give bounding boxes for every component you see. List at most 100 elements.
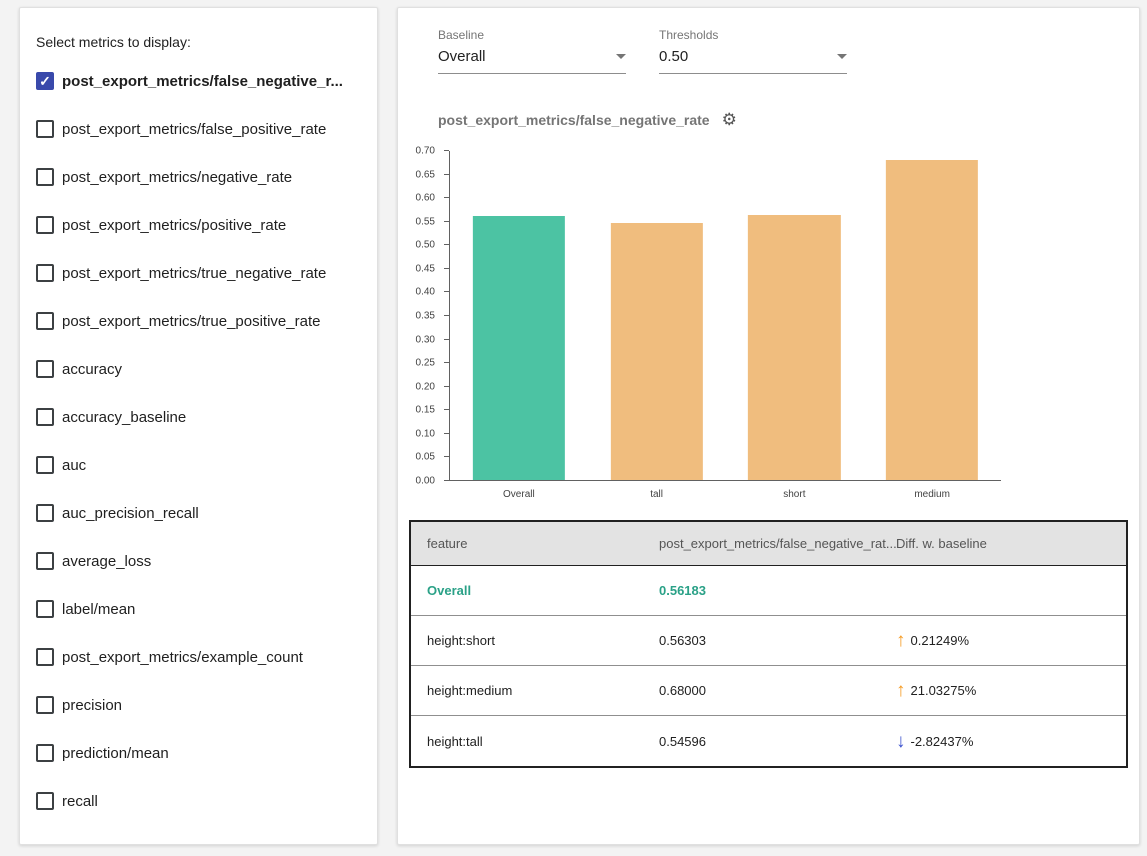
thresholds-select-group: Thresholds 0.50 [659, 28, 847, 74]
baseline-select[interactable]: Overall [438, 48, 626, 74]
up-arrow-icon: ↑ [896, 631, 906, 650]
metric-label: accuracy [62, 361, 122, 378]
metric-checkbox[interactable] [36, 168, 54, 186]
cell-value: 0.56183 [659, 583, 896, 598]
metric-list-item[interactable]: label/mean [20, 585, 377, 633]
bar-slot: Overall [450, 151, 588, 480]
metric-checkbox[interactable] [36, 744, 54, 762]
metric-label: precision [62, 697, 122, 714]
y-tick-label: 0.65 [416, 169, 435, 180]
gear-icon[interactable]: ⚙ [722, 111, 737, 128]
cell-diff: ↑ 21.03275% [896, 681, 1126, 700]
cell-feature: height:tall [411, 734, 659, 749]
metric-list-item[interactable]: accuracy [20, 345, 377, 393]
metric-checkbox[interactable] [36, 360, 54, 378]
metric-list-item[interactable]: auc [20, 441, 377, 489]
metric-label: post_export_metrics/true_positive_rate [62, 313, 320, 330]
table-header-row: feature post_export_metrics/false_negati… [411, 522, 1126, 566]
cell-diff: ↑ 0.21249% [896, 631, 1126, 650]
table-header-diff: Diff. w. baseline [896, 536, 1126, 551]
metric-label: prediction/mean [62, 745, 169, 762]
x-tick-label: tall [588, 489, 726, 500]
bar-slot: medium [863, 151, 1001, 480]
bar-slot: tall [588, 151, 726, 480]
metric-checkbox[interactable] [36, 216, 54, 234]
metric-list-item[interactable]: accuracy_baseline [20, 393, 377, 441]
cell-value: 0.54596 [659, 734, 896, 749]
metric-checkbox-checked[interactable]: ✓ [36, 72, 54, 90]
metric-list-item[interactable]: prediction/mean [20, 729, 377, 777]
metric-list-item[interactable]: post_export_metrics/example_count [20, 633, 377, 681]
bar-Overall[interactable] [473, 216, 565, 480]
y-tick-label: 0.30 [416, 334, 435, 345]
metric-checkbox[interactable] [36, 264, 54, 282]
y-tick-label: 0.00 [416, 476, 435, 487]
table-header-feature: feature [411, 536, 659, 551]
metric-checkbox[interactable] [36, 456, 54, 474]
metric-label: auc_precision_recall [62, 505, 199, 522]
chart-title-row: post_export_metrics/false_negative_rate … [438, 111, 737, 128]
cell-feature: height:medium [411, 683, 659, 698]
thresholds-label: Thresholds [659, 28, 847, 42]
metric-label: accuracy_baseline [62, 409, 186, 426]
y-tick-label: 0.70 [416, 146, 435, 157]
controls-row: Baseline Overall Thresholds 0.50 [438, 28, 847, 74]
y-tick-label: 0.50 [416, 240, 435, 251]
bar-short[interactable] [748, 215, 840, 480]
table-row: height:tall 0.54596 ↓-2.82437% [411, 716, 1126, 766]
metric-list-item[interactable]: post_export_metrics/true_negative_rate [20, 249, 377, 297]
metric-checkbox[interactable] [36, 312, 54, 330]
metric-list-item[interactable]: ✓ post_export_metrics/false_negative_r..… [20, 57, 377, 105]
up-arrow-icon: ↑ [896, 681, 906, 700]
diff-value: 0.21249% [911, 633, 970, 648]
metric-list-item[interactable]: post_export_metrics/negative_rate [20, 153, 377, 201]
table-row: height:short 0.56303 ↑0.21249% [411, 616, 1126, 666]
metric-list-item[interactable]: precision [20, 681, 377, 729]
bar-chart: 0.000.050.100.150.200.250.300.350.400.45… [398, 151, 1038, 531]
diff-value: 21.03275% [911, 683, 977, 698]
y-tick-label: 0.35 [416, 311, 435, 322]
metric-list-item[interactable]: recall [20, 777, 377, 825]
cell-value: 0.68000 [659, 683, 896, 698]
y-tick-label: 0.40 [416, 287, 435, 298]
y-axis: 0.000.050.100.150.200.250.300.350.400.45… [398, 151, 444, 481]
metric-checkbox[interactable] [36, 600, 54, 618]
x-tick-label: Overall [450, 489, 588, 500]
metric-checkbox[interactable] [36, 696, 54, 714]
metric-label: post_export_metrics/example_count [62, 649, 303, 666]
metric-label: average_loss [62, 553, 151, 570]
metric-label: post_export_metrics/false_positive_rate [62, 121, 326, 138]
metric-checkbox[interactable] [36, 792, 54, 810]
thresholds-select[interactable]: 0.50 [659, 48, 847, 74]
metric-list-item[interactable]: post_export_metrics/true_positive_rate [20, 297, 377, 345]
cell-feature: Overall [411, 583, 659, 598]
down-arrow-icon: ↓ [896, 732, 906, 751]
baseline-label: Baseline [438, 28, 626, 42]
metric-checkbox[interactable] [36, 408, 54, 426]
chevron-down-icon [837, 54, 847, 59]
metric-checkbox[interactable] [36, 552, 54, 570]
metric-list-item[interactable]: post_export_metrics/positive_rate [20, 201, 377, 249]
y-tick-label: 0.10 [416, 428, 435, 439]
metric-checkbox[interactable] [36, 120, 54, 138]
bar-slot: short [726, 151, 864, 480]
bar-medium[interactable] [886, 160, 978, 480]
metric-checkbox[interactable] [36, 648, 54, 666]
metric-label: post_export_metrics/negative_rate [62, 169, 292, 186]
x-tick-label: short [726, 489, 864, 500]
bar-tall[interactable] [610, 223, 702, 480]
y-tick-label: 0.45 [416, 263, 435, 274]
metric-label: label/mean [62, 601, 135, 618]
metric-checkbox[interactable] [36, 504, 54, 522]
metric-list-item[interactable]: post_export_metrics/false_positive_rate [20, 105, 377, 153]
cell-value: 0.56303 [659, 633, 896, 648]
metric-label: post_export_metrics/false_negative_r... [62, 73, 343, 90]
metric-list-item[interactable]: average_loss [20, 537, 377, 585]
y-tick-label: 0.15 [416, 405, 435, 416]
metric-list-item[interactable]: auc_precision_recall [20, 489, 377, 537]
metric-label: post_export_metrics/positive_rate [62, 217, 286, 234]
y-tick-label: 0.05 [416, 452, 435, 463]
table-row: Overall 0.56183 [411, 566, 1126, 616]
y-tick-label: 0.60 [416, 193, 435, 204]
y-tick-label: 0.25 [416, 358, 435, 369]
